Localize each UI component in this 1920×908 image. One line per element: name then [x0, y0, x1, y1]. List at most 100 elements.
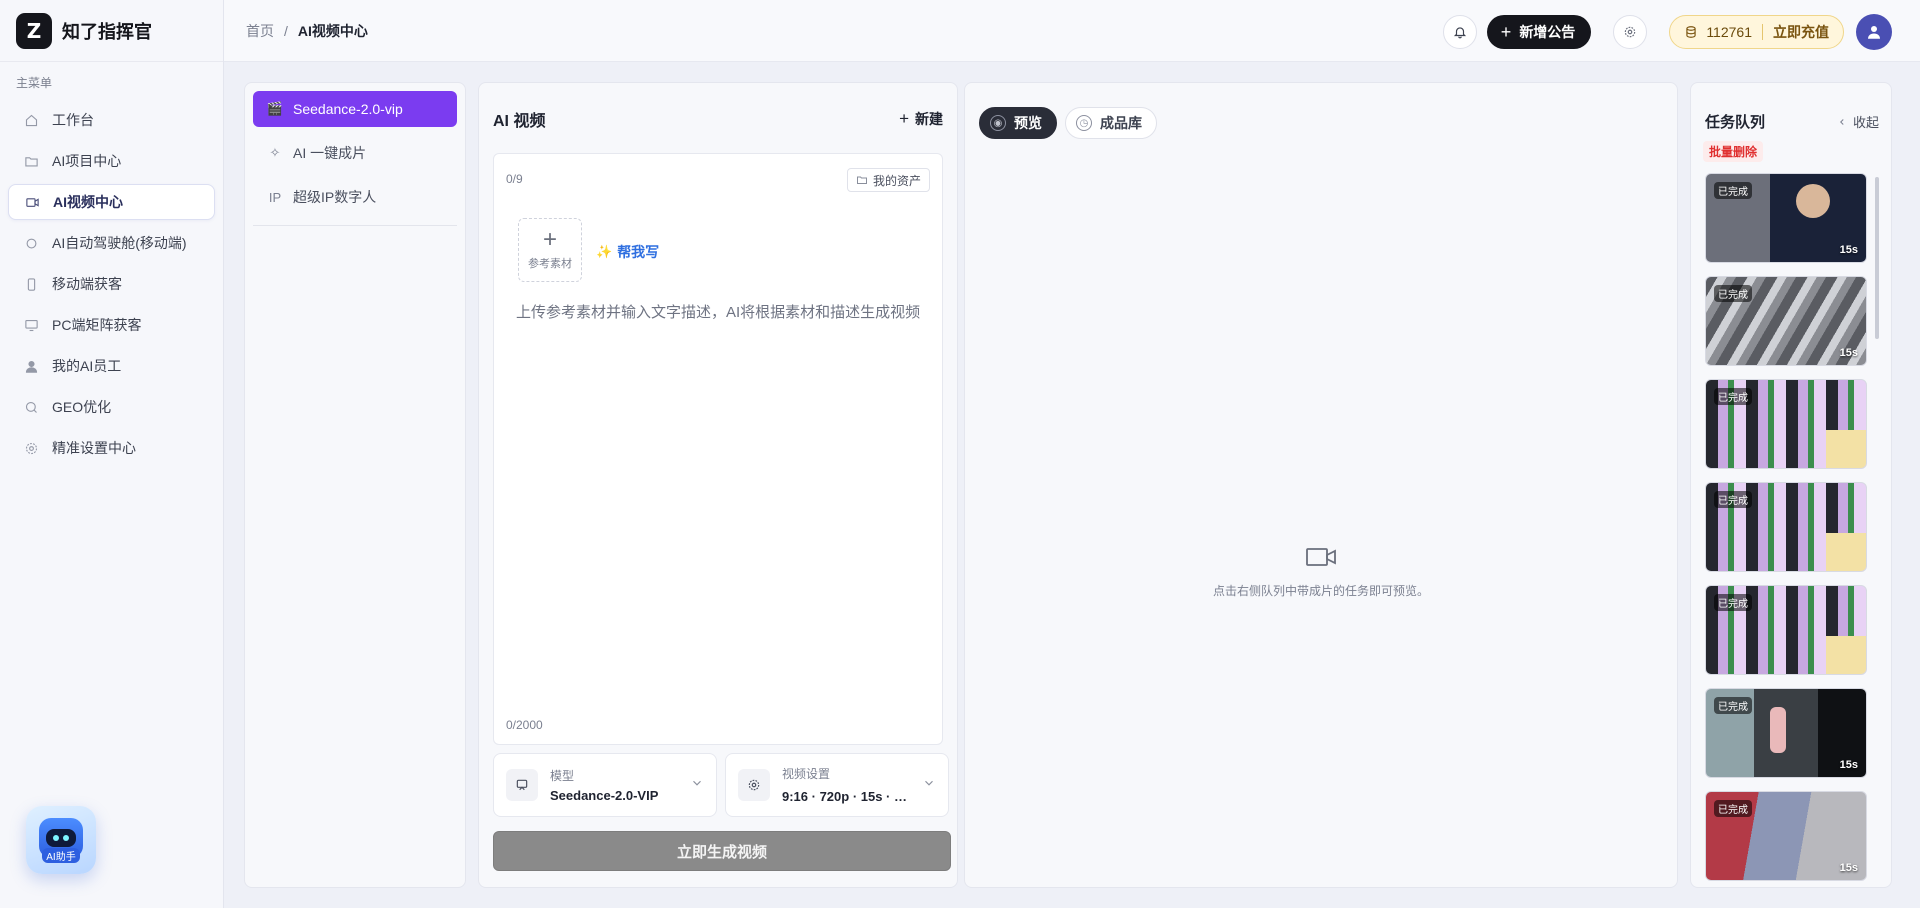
video-settings-select[interactable]: 视频设置 9:16 · 720p · 15s · 含音频	[725, 753, 949, 817]
queue-item[interactable]: 已完成 15s	[1705, 791, 1867, 881]
queue-item-status: 已完成	[1714, 285, 1752, 302]
prompt-input[interactable]: 上传参考素材并输入文字描述，AI将根据素材和描述生成视频	[516, 302, 926, 324]
queue-item[interactable]: 已完成 15s	[1705, 585, 1867, 675]
tab-preview[interactable]: ◉ 预览	[979, 107, 1057, 139]
new-task-button[interactable]: + 新建	[899, 109, 943, 129]
sidebar-item[interactable]: 我的AI员工	[8, 348, 215, 384]
ai-helper-button[interactable]: AI助手	[26, 806, 96, 874]
editor-panel: AI 视频 + 新建 0/9 我的资产 + 参考素材 ✨ 帮我写 上传参考素材并…	[478, 82, 958, 888]
sparkle-icon: ✧	[269, 145, 281, 160]
user-icon	[22, 357, 40, 375]
breadcrumb-home[interactable]: 首页	[246, 21, 274, 41]
collapse-button[interactable]: 收起	[1837, 112, 1879, 131]
notification-button[interactable]	[1442, 15, 1477, 49]
model-item[interactable]: ✧ AI 一键成片	[253, 135, 457, 171]
sidebar-item[interactable]: 移动端获客	[8, 266, 215, 302]
help-write-label: 帮我写	[617, 244, 660, 260]
model-item[interactable]: IP 超级IP数字人	[253, 179, 457, 215]
preview-area: 点击右侧队列中带成片的任务即可预览。	[979, 149, 1663, 873]
clock-icon: ◷	[1076, 115, 1092, 131]
chevron-left-icon	[1839, 118, 1844, 125]
sidebar-item[interactable]: 工作台	[8, 102, 215, 138]
queue-item-duration: 15s	[1839, 347, 1858, 359]
sidebar-item-label: AI项目中心	[52, 153, 122, 169]
prompt-box[interactable]: 0/9 我的资产 + 参考素材 ✨ 帮我写 上传参考素材并输入文字描述，AI将根…	[493, 153, 943, 745]
mobile-icon	[22, 275, 40, 293]
video-camera-icon	[1306, 548, 1336, 566]
breadcrumb-current: AI视频中心	[297, 22, 368, 39]
recharge-button[interactable]: 立即充值	[1773, 22, 1829, 42]
chip-icon	[22, 234, 40, 252]
model-list-divider	[253, 225, 457, 226]
new-task-label: 新建	[915, 111, 943, 127]
sidebar-item-label: 移动端获客	[52, 276, 122, 292]
collapse-label: 收起	[1852, 115, 1879, 130]
model-select-value: Seedance-2.0-VIP	[550, 788, 659, 803]
editor-header: AI 视频 + 新建	[479, 83, 957, 155]
plus-icon: +	[542, 226, 557, 253]
sidebar-item-label: GEO优化	[52, 399, 112, 415]
user-icon	[1868, 26, 1880, 39]
queue-item-status: 已完成	[1714, 594, 1752, 611]
task-queue-panel: 任务队列 收起 批量删除 已完成 15s 已完成 15s 已完成 15s 已完成 15s 已完成…	[1690, 82, 1892, 888]
ip-icon: IP	[268, 189, 282, 205]
queue-scrollbar[interactable]	[1875, 177, 1879, 339]
queue-item[interactable]: 已完成 15s	[1705, 379, 1867, 469]
coin-divider	[1762, 24, 1763, 40]
tab-library-label: 成品库	[1100, 115, 1142, 131]
new-announcement-label: 新增公告	[1519, 24, 1576, 40]
model-item[interactable]: 🎬 Seedance-2.0-vip	[253, 91, 457, 127]
sidebar-item-label: PC端矩阵获客	[52, 317, 142, 333]
queue-item-status: 已完成	[1714, 388, 1752, 405]
generate-video-button[interactable]: 立即生成视频	[493, 831, 951, 871]
model-select[interactable]: 模型 Seedance-2.0-VIP	[493, 753, 717, 817]
queue-item[interactable]: 已完成 15s	[1705, 276, 1867, 366]
queue-item-duration: 15s	[1839, 759, 1858, 771]
plus-icon: +	[899, 109, 909, 128]
sidebar-item[interactable]: GEO优化	[8, 389, 215, 425]
sidebar-item[interactable]: AI项目中心	[8, 143, 215, 179]
queue-item-duration: 15s	[1839, 450, 1858, 462]
settings-icon	[738, 769, 770, 801]
coins-icon	[1686, 26, 1696, 38]
queue-item[interactable]: 已完成 15s	[1705, 482, 1867, 572]
breadcrumb: 首页 / AI视频中心	[246, 21, 368, 41]
help-write-button[interactable]: ✨ 帮我写	[596, 242, 659, 262]
eye-icon: ◉	[990, 115, 1006, 131]
sidebar-item-label: 我的AI员工	[52, 358, 122, 374]
sidebar-item-label: AI自动驾驶舱(移动端)	[52, 235, 187, 251]
sidebar-item-label: AI视频中心	[53, 194, 123, 210]
batch-delete-button[interactable]: 批量删除	[1703, 141, 1764, 162]
queue-item-duration: 15s	[1839, 553, 1858, 565]
sidebar-item[interactable]: AI视频中心	[8, 184, 215, 220]
breadcrumb-separator: /	[284, 22, 288, 39]
queue-item[interactable]: 已完成 15s	[1705, 173, 1867, 263]
queue-item-status: 已完成	[1714, 491, 1752, 508]
settings-button[interactable]	[1613, 15, 1648, 49]
char-count: 0/2000	[506, 718, 543, 732]
tab-library[interactable]: ◷ 成品库	[1065, 107, 1157, 139]
sidebar-item-label: 精准设置中心	[52, 440, 136, 456]
sidebar-item-label: 工作台	[52, 112, 94, 128]
brand[interactable]: Z 知了指挥官	[0, 0, 223, 62]
coin-balance[interactable]: 112761 立即充值	[1669, 15, 1844, 49]
video-settings-label: 视频设置	[782, 767, 831, 781]
model-list-panel: 🎬 Seedance-2.0-vip ✧ AI 一键成片 IP 超级IP数字人	[244, 82, 466, 888]
queue-item[interactable]: 已完成 15s	[1705, 688, 1867, 778]
sidebar: Z 知了指挥官 主菜单 工作台 AI项目中心 AI视频中心 AI自动驾驶舱(移动端) 移…	[0, 0, 224, 908]
empty-message: 点击右侧队列中带成片的任务即可预览。	[1212, 584, 1429, 598]
reference-upload[interactable]: + 参考素材	[518, 218, 582, 282]
menu-section-title: 主菜单	[16, 76, 53, 90]
my-assets-button[interactable]: 我的资产	[846, 168, 930, 192]
sidebar-item[interactable]: AI自动驾驶舱(移动端)	[8, 225, 215, 261]
reference-upload-label: 参考素材	[528, 258, 572, 270]
preview-tabs: ◉ 预览 ◷ 成品库	[979, 107, 1165, 139]
editor-title: AI 视频	[493, 113, 546, 130]
model-select-label: 模型	[550, 769, 575, 783]
sidebar-item[interactable]: 精准设置中心	[8, 430, 215, 466]
new-announcement-button[interactable]: + 新增公告	[1486, 15, 1592, 49]
tab-preview-label: 预览	[1014, 115, 1042, 131]
avatar[interactable]	[1856, 14, 1892, 50]
queue-item-status: 已完成	[1714, 800, 1752, 817]
sidebar-item[interactable]: PC端矩阵获客	[8, 307, 215, 343]
